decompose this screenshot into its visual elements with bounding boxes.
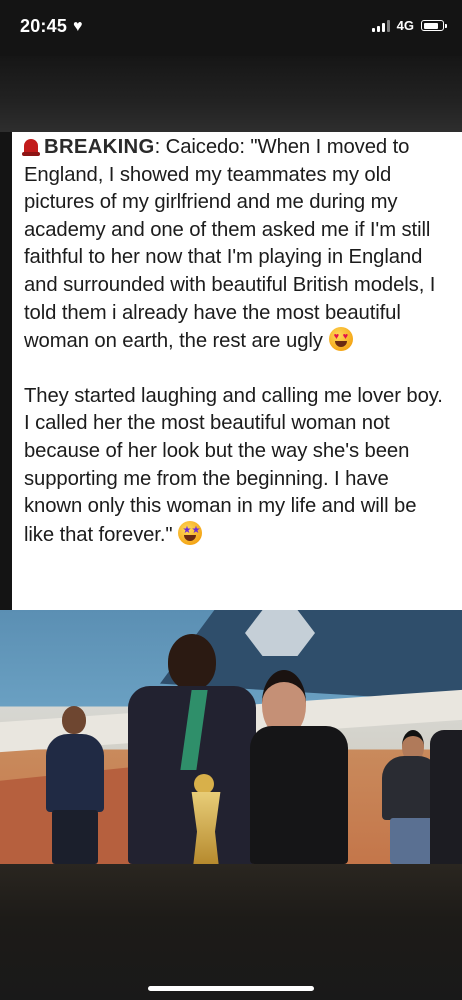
post-screenshot: BREAKING: Caicedo: "When I moved to Engl… [12,132,462,610]
siren-icon [22,139,40,156]
status-indicators: 4G [371,18,447,33]
dimmed-bottom-area [0,864,462,1000]
status-time: 20:45 [20,16,68,36]
signal-icon [371,19,390,32]
network-type: 4G [396,18,414,33]
post-second-text: They started laughing and calling me lov… [24,384,443,546]
status-time-group: 20:45 ♥ [20,16,83,37]
post-intro-text: : Caicedo: "When I moved to England, I s… [24,136,436,353]
post-paragraph-2: They started laughing and calling me lov… [24,383,449,550]
photo-person-player [128,634,258,864]
post-text: BREAKING: Caicedo: "When I moved to Engl… [22,134,449,550]
photo-of-player-and-girlfriend [0,610,462,864]
battery-icon [421,20,447,31]
post-paragraph-1: BREAKING: Caicedo: "When I moved to Engl… [22,134,449,356]
photo-person-girlfriend [250,670,350,864]
heart-icon: ♥ [73,17,83,35]
status-bar: 20:45 ♥ 4G [0,0,462,56]
heart-eyes-emoji-icon: ♥ ♥ [328,327,353,352]
dimmed-header-area [0,56,462,132]
photo-person-left [38,706,110,864]
photo-person-edge [430,710,462,864]
home-indicator[interactable] [148,986,314,991]
star-struck-emoji-icon: ★ ★ [178,520,203,545]
breaking-label: BREAKING [44,136,155,158]
